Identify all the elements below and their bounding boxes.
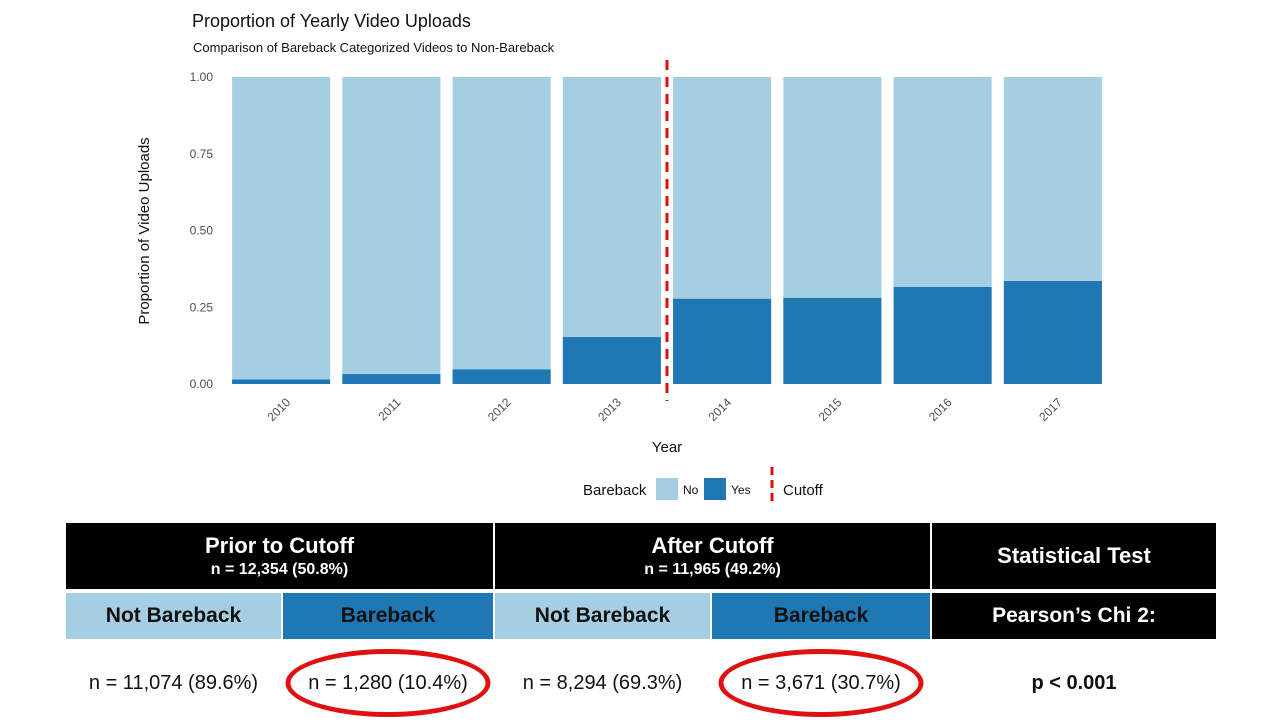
bar-2015-yes [783,297,882,384]
legend-key-no [656,478,678,500]
y-tick-label: 0.75 [190,147,214,161]
bar-2017-no [1003,77,1102,281]
prior-cutoff-header: Prior to Cutoff n = 12,354 (50.8%) [64,523,495,589]
p-value-cell: p < 0.001 [931,639,1217,727]
after-cutoff-title: After Cutoff [651,533,774,558]
x-tick-label: 2016 [926,395,955,424]
legend-key-yes [704,478,726,500]
p-value-text: p < 0.001 [1031,671,1117,694]
prior-bareback-text: n = 1,280 (10.4%) [308,671,468,694]
legend-label-cutoff: Cutoff [783,482,824,499]
test-name-cell: Pearson’s Chi 2: [930,593,1218,639]
x-tick-label: 2017 [1036,395,1065,424]
summary-table: Prior to Cutoff n = 12,354 (50.8%) After… [64,523,1218,727]
bar-2014-no [673,77,772,299]
bar-2011-yes [342,373,441,384]
after-cutoff-header: After Cutoff n = 11,965 (49.2%) [493,523,932,589]
legend-label-no: No [683,483,699,497]
prior-not-bareback-header: Not Bareback [64,593,283,639]
y-tick-label: 0.25 [190,300,214,314]
after-cutoff-n: n = 11,965 (49.2%) [644,561,781,578]
x-tick-label: 2015 [816,395,845,424]
legend-label-yes: Yes [731,483,751,497]
prior-not-bareback-value: n = 11,074 (89.6%) [65,639,282,727]
legend: Bareback No Yes Cutoff [583,467,824,505]
prior-bareback-value: n = 1,280 (10.4%) [282,639,494,727]
bar-2015-no [783,77,882,298]
prior-not-bareback-text: n = 11,074 (89.6%) [88,671,259,694]
x-tick-label: 2014 [705,395,734,424]
x-tick-label: 2012 [485,395,514,424]
bar-2013-no [562,77,661,338]
statistical-test-header: Statistical Test [930,523,1218,589]
x-tick-label: 2013 [595,395,624,424]
y-axis-title: Proportion of Video Uploads [136,137,153,324]
after-bareback-value: n = 3,671 (30.7%) [711,639,931,727]
x-tick-label: 2011 [375,395,403,423]
bar-2017-yes [1003,280,1102,384]
bar-2016-no [893,77,992,287]
legend-title: Bareback [583,482,647,499]
after-bareback-header: Bareback [710,593,932,639]
prior-cutoff-title: Prior to Cutoff [204,533,355,558]
prior-bareback-header: Bareback [281,593,495,639]
prior-cutoff-n: n = 12,354 (50.8%) [210,561,349,578]
bar-2010-no [232,77,331,380]
bar-2012-no [452,77,551,370]
bar-2011-no [342,77,441,374]
x-tick-label: 2010 [264,395,293,424]
bar-2016-yes [893,286,992,384]
stacked-bar-chart: 0.00 0.25 0.50 0.75 1.00 2010 2011 2012 2013 201… [136,60,1102,505]
after-not-bareback-header: Not Bareback [493,593,712,639]
y-tick-label: 1.00 [190,70,214,84]
y-tick-label: 0.50 [190,224,214,238]
bar-2012-yes [452,369,551,384]
x-axis-title: Year [652,439,682,456]
after-bareback-text: n = 3,671 (30.7%) [741,671,901,694]
bar-2010-yes [232,379,331,384]
bar-2013-yes [562,337,661,384]
y-tick-label: 0.00 [190,377,214,391]
statistical-test-title: Statistical Test [997,543,1151,568]
bar-2014-yes [673,298,772,384]
after-not-bareback-value: n = 8,294 (69.3%) [494,639,711,727]
after-not-bareback-text: n = 8,294 (69.3%) [522,671,683,694]
